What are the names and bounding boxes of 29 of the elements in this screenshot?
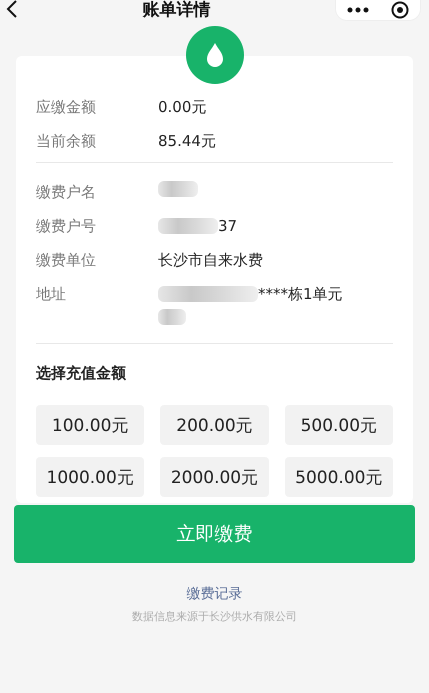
amount-option[interactable]: 200.00元 (160, 405, 269, 445)
target-icon[interactable] (391, 1, 409, 19)
field-label: 缴费户号 (36, 216, 97, 237)
water-drop-icon (204, 42, 224, 68)
more-icon[interactable] (347, 7, 369, 13)
redacted-blur (158, 309, 186, 325)
payment-records-link[interactable]: 缴费记录 (186, 585, 242, 603)
field-value: 0.00元 (158, 97, 206, 118)
back-icon[interactable] (6, 0, 18, 18)
amount-option[interactable]: 100.00元 (36, 405, 144, 445)
field-label: 当前余额 (36, 131, 97, 152)
amount-option[interactable]: 2000.00元 (160, 457, 269, 497)
source-note: 数据信息来源于长沙供水有限公司 (132, 609, 297, 624)
redacted-blur (158, 181, 198, 197)
field-value: 85.44元 (158, 131, 216, 152)
page-title: 账单详情 (142, 0, 210, 20)
field-value: ****栋1单元 (258, 284, 343, 305)
field-label: 应缴金额 (36, 97, 97, 118)
field-label: 缴费户名 (36, 182, 97, 203)
field-value: 长沙市自来水费 (158, 250, 263, 271)
amount-option[interactable]: 1000.00元 (36, 457, 144, 497)
section-title: 选择充值金额 (36, 364, 127, 383)
redacted-blur (158, 218, 218, 234)
amount-option[interactable]: 500.00元 (284, 405, 393, 445)
field-value: 37 (218, 216, 238, 237)
field-label: 缴费单位 (36, 250, 97, 271)
amount-option[interactable]: 5000.00元 (284, 457, 393, 497)
capsule-menu[interactable] (335, 0, 421, 21)
field-label: 地址 (36, 284, 67, 305)
